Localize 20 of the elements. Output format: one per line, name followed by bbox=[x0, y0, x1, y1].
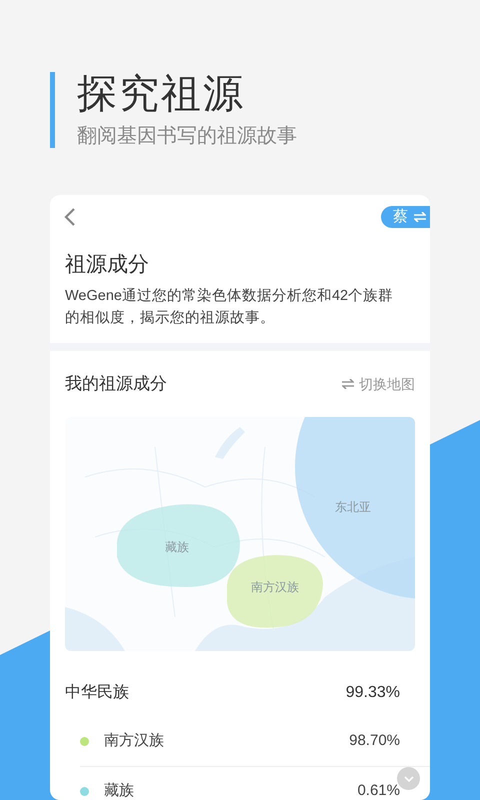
region-label: 南方汉族 bbox=[251, 580, 299, 594]
region-label: 东北亚 bbox=[335, 500, 371, 514]
switch-map-button[interactable]: 切换地图 bbox=[342, 374, 415, 394]
section-title: 祖源成分 bbox=[65, 252, 150, 278]
description-text: WeGene通过您的常染色体数据分析您和42个族群的相似度，揭示您的祖源故事。 bbox=[65, 286, 394, 328]
section-title: 我的祖源成分 bbox=[65, 373, 167, 396]
population-percent: 0.61% bbox=[357, 781, 400, 800]
swap-icon bbox=[414, 212, 426, 222]
back-icon[interactable] bbox=[64, 207, 76, 227]
region-label: 藏族 bbox=[165, 540, 189, 554]
page-title: 探究祖源 bbox=[77, 72, 246, 116]
group-percent: 99.33% bbox=[346, 683, 400, 703]
page-subtitle: 翻阅基因书写的祖源故事 bbox=[77, 124, 297, 148]
surname-switch-button[interactable]: 蔡 bbox=[381, 206, 430, 228]
swap-icon bbox=[342, 379, 354, 389]
population-name: 藏族 bbox=[104, 781, 134, 800]
chevron-down-icon bbox=[404, 776, 414, 782]
group-name: 中华民族 bbox=[65, 682, 129, 703]
population-name: 南方汉族 bbox=[104, 731, 164, 752]
population-percent: 98.70% bbox=[349, 731, 400, 752]
